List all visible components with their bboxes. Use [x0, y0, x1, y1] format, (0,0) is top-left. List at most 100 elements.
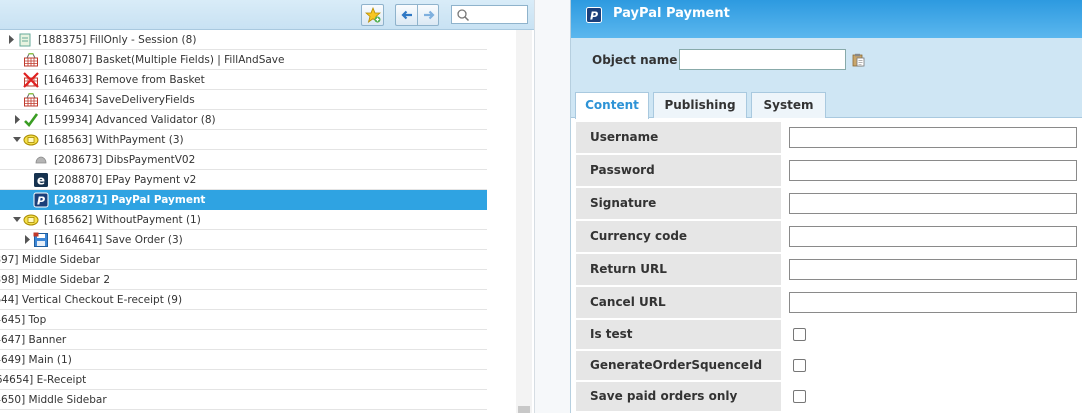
fill-icon [19, 33, 31, 47]
object-name-input[interactable] [679, 49, 846, 70]
tree-row[interactable]: [188375] FillOnly - Session (8) [0, 30, 487, 50]
field-row-currency-code: Currency code [576, 221, 1082, 252]
is-test-label: Is test [576, 320, 781, 349]
tree-row-label: [208673] DibsPaymentV02 [54, 154, 196, 166]
currency-code-input[interactable] [789, 226, 1077, 247]
svg-text:P: P [37, 195, 45, 208]
field-row-is-test: Is test [576, 320, 1082, 349]
tree-row-label: 164647] Banner [0, 334, 67, 346]
tree-row-label: 59897] Middle Sidebar [0, 254, 100, 266]
field-row-signature: Signature [576, 188, 1082, 219]
tree-pane: [188375] FillOnly - Session (8) [180807] … [0, 0, 534, 413]
is-test-checkbox[interactable] [793, 328, 806, 341]
basket-icon [24, 93, 38, 107]
tree-collapse-arrow-icon[interactable] [13, 135, 21, 144]
generateordersquenceid-label: GenerateOrderSquenceId [576, 351, 781, 380]
tree-row-label: [159934] Advanced Validator (8) [44, 114, 216, 126]
cancel-url-input[interactable] [789, 292, 1077, 313]
field-row-return-url: Return URL [576, 254, 1082, 285]
tree-row-label: 59898] Middle Sidebar 2 [0, 274, 110, 286]
svg-text:e: e [37, 174, 45, 188]
tree-row[interactable]: e [208870] EPay Payment v2 [0, 170, 487, 190]
paypal-icon: P [586, 7, 602, 26]
tree-row[interactable]: [164634] SaveDeliveryFields [0, 90, 487, 110]
clipboard-icon[interactable] [852, 53, 865, 70]
tree-expand-arrow-icon[interactable] [13, 115, 21, 124]
field-row-password: Password [576, 155, 1082, 186]
save-paid-orders-only-label: Save paid orders only [576, 382, 781, 411]
tree-row-label: [208871] PayPal Payment [54, 194, 206, 206]
tree-search-input[interactable] [451, 5, 528, 24]
tree-row-label: [164641] Save Order (3) [54, 234, 183, 246]
return-url-label: Return URL [576, 254, 781, 285]
search-icon [457, 9, 470, 22]
object-name-bar: Object name [571, 38, 1082, 90]
tree-row[interactable]: 64644] Vertical Checkout E-receipt (9) [0, 290, 487, 310]
tree-collapse-arrow-icon[interactable] [13, 215, 21, 224]
tree-scrollbar[interactable] [516, 30, 532, 413]
dibs-icon [35, 156, 47, 164]
tree-row-label: [164654] E-Receipt [0, 374, 87, 386]
tree-row[interactable]: 164647] Banner [0, 330, 487, 350]
checkmark-icon [24, 113, 39, 127]
object-name-label: Object name [592, 53, 678, 67]
username-label: Username [576, 122, 781, 153]
tree-scrollbar-thumb[interactable] [518, 406, 530, 413]
paypal-icon: P [33, 192, 49, 208]
tree-row-label: 164650] Middle Sidebar [0, 394, 107, 406]
field-row-username: Username [576, 122, 1082, 153]
tree-row-label: [208870] EPay Payment v2 [54, 174, 197, 186]
field-row-save-paid-orders-only: Save paid orders only [576, 382, 1082, 411]
tree-row-label: [168562] WithoutPayment (1) [44, 214, 201, 226]
tree-row-label: [188375] FillOnly - Session (8) [38, 34, 197, 46]
tree-row[interactable]: [159934] Advanced Validator (8) [0, 110, 487, 130]
tree-row[interactable]: [164641] Save Order (3) [0, 230, 487, 250]
tree-row[interactable]: [180807] Basket(Multiple Fields) | FillA… [0, 50, 487, 70]
forward-button[interactable] [417, 4, 439, 26]
password-label: Password [576, 155, 781, 186]
generateordersquenceid-checkbox[interactable] [793, 359, 806, 372]
tree-row[interactable]: 164650] Middle Sidebar [0, 390, 487, 410]
return-url-input[interactable] [789, 259, 1077, 280]
add-favorite-button[interactable] [361, 4, 384, 26]
tree-row[interactable]: [164633] Remove from Basket [0, 70, 487, 90]
save-paid-orders-only-checkbox[interactable] [793, 390, 806, 403]
pane-splitter[interactable] [534, 0, 570, 413]
tab-content[interactable]: Content [575, 92, 649, 119]
tree-row[interactable]: 164649] Main (1) [0, 350, 487, 370]
tree-row-label: 164649] Main (1) [0, 354, 72, 366]
svg-text:P: P [590, 10, 598, 23]
tree-row[interactable]: [168563] WithPayment (3) [0, 130, 487, 150]
tree-row-label: [164634] SaveDeliveryFields [44, 94, 195, 106]
arrow-right-icon [424, 10, 435, 20]
arrow-left-icon [401, 10, 412, 20]
field-row-generateordersquenceid: GenerateOrderSquenceId [576, 351, 1082, 380]
payment-group-icon [23, 134, 39, 146]
tree-row-selected[interactable]: P [208871] PayPal Payment [0, 190, 487, 210]
password-input[interactable] [789, 160, 1077, 181]
epay-icon: e [34, 173, 48, 188]
tree-row-label: 64644] Vertical Checkout E-receipt (9) [0, 294, 183, 306]
star-add-icon [365, 7, 381, 23]
tree-row[interactable]: [168562] WithoutPayment (1) [0, 210, 487, 230]
tree-row-label: [164633] Remove from Basket [44, 74, 205, 86]
tab-publishing[interactable]: Publishing [653, 92, 747, 118]
field-row-cancel-url: Cancel URL [576, 287, 1082, 318]
tree-row[interactable]: 59897] Middle Sidebar [0, 250, 487, 270]
tree-expand-arrow-icon[interactable] [23, 235, 31, 244]
save-order-icon [33, 232, 48, 247]
tree-row-label: [168563] WithPayment (3) [44, 134, 184, 146]
tree-row[interactable]: [164654] E-Receipt [0, 370, 487, 390]
back-button[interactable] [395, 4, 417, 26]
tree-row[interactable]: [208673] DibsPaymentV02 [0, 150, 487, 170]
tree-expand-arrow-icon[interactable] [7, 35, 15, 44]
signature-input[interactable] [789, 193, 1077, 214]
tree-row[interactable]: 164645] Top [0, 310, 487, 330]
tree-row[interactable]: 59898] Middle Sidebar 2 [0, 270, 487, 290]
basket-icon [24, 53, 38, 67]
cancel-url-label: Cancel URL [576, 287, 781, 318]
editor-pane: P PayPal Payment Object name Content Pub… [570, 0, 1082, 413]
tab-system[interactable]: System [751, 92, 826, 118]
username-input[interactable] [789, 127, 1077, 148]
tab-strip: Content Publishing System [571, 90, 1082, 119]
